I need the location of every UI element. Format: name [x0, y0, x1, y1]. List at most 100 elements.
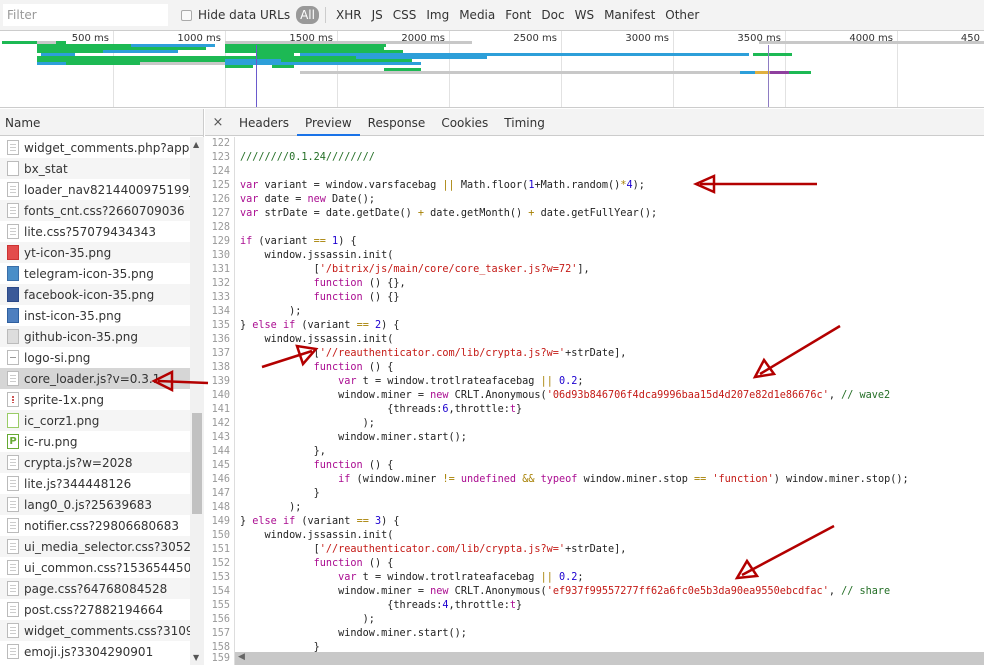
request-row[interactable]: yt-icon-35.png — [0, 242, 190, 263]
tab-timing[interactable]: Timing — [496, 109, 553, 135]
type-filter-all[interactable]: All — [296, 6, 319, 24]
code-token: date.getFullYear(); — [534, 208, 658, 219]
request-row[interactable]: ui_media_selector.css?3052095 — [0, 536, 190, 557]
request-name: telegram-icon-35.png — [24, 266, 154, 281]
code-token: || — [540, 376, 553, 387]
type-filter-xhr[interactable]: XHR — [336, 8, 362, 22]
scroll-left-arrow-icon[interactable]: ◀ — [238, 652, 245, 662]
hide-data-urls-label: Hide data URLs — [198, 8, 291, 22]
line-number: 127 — [205, 207, 235, 221]
code-text: ['/bitrix/js/main/core/core_tasker.js?w=… — [235, 263, 590, 277]
hide-data-urls-toggle[interactable]: Hide data URLs — [181, 8, 290, 22]
request-row[interactable]: ic_corz1.png — [0, 410, 190, 431]
type-filter-other[interactable]: Other — [665, 8, 699, 22]
code-text: if (variant == 1) { — [235, 235, 357, 249]
request-row[interactable]: github-icon-35.png — [0, 326, 190, 347]
code-token: } — [516, 404, 523, 415]
code-token: +strDate], — [565, 348, 627, 359]
timeline-request-bar — [752, 53, 793, 56]
code-token: +strDate], — [565, 544, 627, 555]
code-horizontal-scrollbar[interactable]: ◀ — [235, 652, 984, 665]
hide-data-urls-checkbox[interactable] — [181, 9, 192, 21]
request-row[interactable]: loader_nav8214400975199_0.js — [0, 179, 190, 200]
code-token: == — [356, 320, 369, 331]
code-line: 155 {threads:4,throttle:t} — [205, 599, 984, 613]
request-row[interactable]: ui_common.css?15365445019 — [0, 557, 190, 578]
code-text: } else if (variant == 2) { — [235, 319, 400, 333]
request-row[interactable]: page.css?64768084528 — [0, 578, 190, 599]
request-row[interactable]: widget_comments.css?310927C — [0, 620, 190, 641]
code-line: 147 } — [205, 487, 984, 501]
request-row[interactable]: crypta.js?w=2028 — [0, 452, 190, 473]
scroll-up-arrow-icon[interactable]: ▲ — [193, 140, 199, 149]
code-text: }, — [235, 445, 326, 459]
type-filter-js[interactable]: JS — [372, 8, 383, 22]
request-row[interactable]: widget_comments.php?app=5! — [0, 137, 190, 158]
code-token: var — [240, 180, 259, 191]
code-line: 130 window.jssassin.init( — [205, 249, 984, 263]
scroll-down-arrow-icon[interactable]: ▼ — [193, 653, 199, 662]
type-filter-manifest[interactable]: Manifest — [604, 8, 655, 22]
line-number: 141 — [205, 403, 235, 417]
request-name: lite.js?344448126 — [24, 476, 132, 491]
type-filter-media[interactable]: Media — [459, 8, 495, 22]
code-text: window.miner.start(); — [235, 627, 467, 641]
request-row[interactable]: telegram-icon-35.png — [0, 263, 190, 284]
code-line: 141 {threads:6,throttle:t} — [205, 403, 984, 417]
code-text: function () { — [235, 361, 394, 375]
line-number: 159 — [205, 652, 235, 665]
code-line: 123 ////////0.1.24//////// — [205, 151, 984, 165]
request-row[interactable]: lite.js?344448126 — [0, 473, 190, 494]
name-column-header[interactable]: Name — [0, 109, 203, 136]
code-line: 125 var variant = window.varsfacebag || M… — [205, 179, 984, 193]
code-token: ) { — [381, 320, 400, 331]
scrollbar-thumb[interactable] — [192, 413, 202, 514]
request-name: core_loader.js?v=0.3.1 — [24, 371, 161, 386]
code-token: else if — [252, 320, 296, 331]
line-number: 123 — [205, 151, 235, 165]
timeline-request-bar — [271, 65, 295, 68]
code-line: 157 window.miner.start(); — [205, 627, 984, 641]
code-token: function — [313, 460, 363, 471]
network-overview-timeline[interactable]: 500 ms 1000 ms 1500 ms 2000 ms 2500 ms 3000 m… — [0, 31, 984, 108]
document-icon — [7, 455, 19, 470]
request-row[interactable]: post.css?27882194664 — [0, 599, 190, 620]
type-filter-doc[interactable]: Doc — [541, 8, 564, 22]
close-icon[interactable]: × — [205, 109, 231, 135]
code-line: 128 — [205, 221, 984, 235]
code-token: ], — [577, 264, 590, 275]
request-name: fonts_cnt.css?2660709036 — [24, 203, 185, 218]
code-preview[interactable]: 122 123////////0.1.24////////124 125 var va… — [205, 137, 984, 652]
type-filter-ws[interactable]: WS — [575, 8, 594, 22]
request-row[interactable]: lite.css?57079434343 — [0, 221, 190, 242]
request-row[interactable]: lang0_0.js?25639683 — [0, 494, 190, 515]
filter-input[interactable] — [3, 4, 168, 26]
request-list-scrollbar[interactable]: ▲ ▼ — [190, 137, 204, 665]
request-row[interactable]: bx_stat — [0, 158, 190, 179]
line-number: 150 — [205, 529, 235, 543]
line-number: 136 — [205, 333, 235, 347]
request-row[interactable]: inst-icon-35.png — [0, 305, 190, 326]
tab-cookies[interactable]: Cookies — [433, 109, 496, 135]
request-row[interactable]: emoji.js?3304290901 — [0, 641, 190, 662]
line-number: 129 — [205, 235, 235, 249]
request-row[interactable]: logo-si.png — [0, 347, 190, 368]
request-row[interactable]: sprite-1x.png — [0, 389, 190, 410]
tab-headers[interactable]: Headers — [231, 109, 297, 135]
request-row[interactable]: notifier.css?29806680683 — [0, 515, 190, 536]
code-text: ['//reauthenticator.com/lib/crypta.js?w=… — [235, 347, 627, 361]
tab-preview[interactable]: Preview — [296, 109, 360, 136]
code-token: () {}, — [362, 278, 406, 289]
type-filter-img[interactable]: Img — [426, 8, 449, 22]
sprite-image-icon — [7, 392, 19, 407]
type-filter-css[interactable]: CSS — [393, 8, 417, 22]
tab-response[interactable]: Response — [360, 109, 434, 135]
request-row[interactable]: core_loader.js?v=0.3.1 — [0, 368, 190, 389]
code-token: ,throttle: — [448, 600, 510, 611]
code-text: var t = window.trotlrateafacebag || 0.2; — [235, 571, 583, 585]
request-row[interactable]: fonts_cnt.css?2660709036 — [0, 200, 190, 221]
type-filter-font[interactable]: Font — [505, 8, 531, 22]
timeline-tick-label: 2500 ms — [513, 33, 557, 44]
request-row[interactable]: facebook-icon-35.png — [0, 284, 190, 305]
request-row[interactable]: Pic-ru.png — [0, 431, 190, 452]
